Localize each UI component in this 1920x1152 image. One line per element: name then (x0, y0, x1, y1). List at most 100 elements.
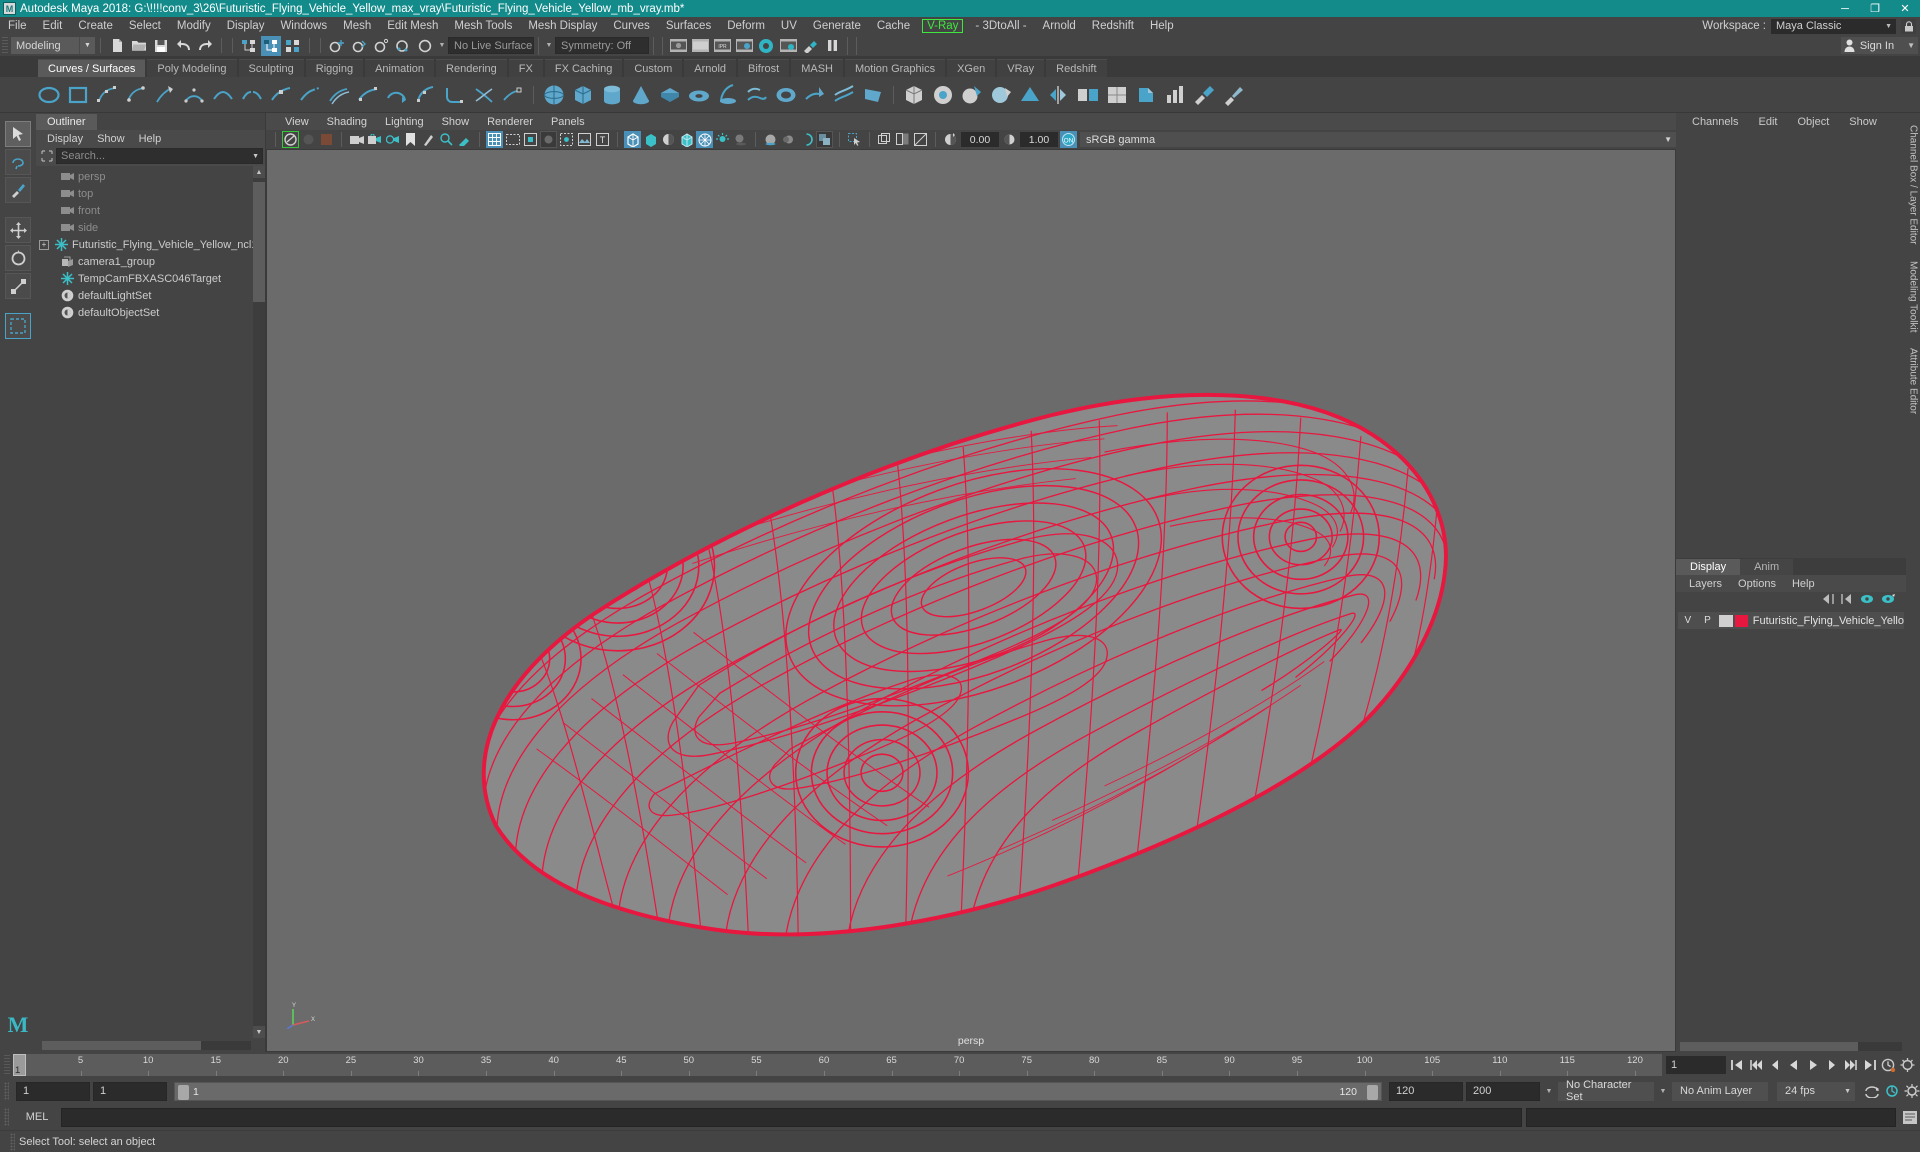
preferences-icon[interactable] (1903, 1083, 1920, 1100)
uv-editor-icon[interactable] (1104, 82, 1130, 108)
command-input[interactable] (61, 1107, 1522, 1127)
select-hierarchy-icon[interactable] (239, 36, 259, 56)
texture-view-icon[interactable] (576, 131, 593, 148)
screen-space-ao-icon[interactable] (762, 131, 779, 148)
select-camera-icon[interactable] (282, 131, 299, 148)
sculpt-tool-icon[interactable] (959, 82, 985, 108)
outliner-horizontal-scrollbar[interactable] (36, 1038, 265, 1052)
layer-tab-anim[interactable]: Anim (1740, 559, 1794, 575)
menu-select[interactable]: Select (121, 17, 169, 35)
redo-icon[interactable] (195, 36, 215, 56)
menu-cache[interactable]: Cache (869, 17, 918, 35)
attach-curves-icon[interactable] (210, 82, 236, 108)
viewport-menu-lighting[interactable]: Lighting (376, 116, 433, 128)
scroll-thumb[interactable] (1680, 1041, 1858, 1051)
scroll-up-icon[interactable]: ▲ (253, 166, 265, 178)
range-start-handle[interactable] (178, 1084, 189, 1100)
mirror-icon[interactable] (1046, 82, 1072, 108)
layers-menu-help[interactable]: Help (1784, 578, 1823, 590)
channelbox-tab-channels[interactable]: Channels (1682, 116, 1748, 128)
outliner-item-front[interactable]: front (36, 202, 265, 219)
film-gate-icon[interactable] (504, 131, 521, 148)
symmetry-field[interactable]: Symmetry: Off (555, 37, 649, 54)
extend-curve-icon[interactable] (297, 82, 323, 108)
range-slider[interactable]: 1 120 (174, 1081, 1382, 1101)
outliner-item-persp[interactable]: persp (36, 168, 265, 185)
depth-of-field-icon[interactable] (816, 131, 833, 148)
save-scene-icon[interactable] (151, 36, 171, 56)
select-object-icon[interactable] (261, 35, 281, 56)
curve-smooth-icon[interactable] (413, 82, 439, 108)
outliner-menu-help[interactable]: Help (132, 133, 169, 145)
render-current-frame-icon[interactable] (668, 36, 688, 56)
curve-cut-icon[interactable] (471, 82, 497, 108)
outliner-tree[interactable]: persp top front side + Futuristic_Flying… (36, 166, 265, 1038)
layer-list[interactable]: V P Futuristic_Flying_Vehicle_Yello (1676, 610, 1906, 1040)
pencil-curve-icon[interactable] (152, 82, 178, 108)
new-layer-icon[interactable] (1860, 592, 1875, 610)
outliner-vertical-scrollbar[interactable]: ▲ ▼ (253, 166, 265, 1038)
menu-3dtoall[interactable]: - 3DtoAll - (967, 17, 1034, 35)
tool-lasso[interactable] (5, 149, 31, 175)
nurbs-plane-icon[interactable] (657, 82, 683, 108)
exposure-field[interactable]: 0.00 (961, 132, 999, 147)
menu-file[interactable]: File (0, 17, 35, 35)
menu-uv[interactable]: UV (773, 17, 805, 35)
outliner-item-tempcam-target[interactable]: TempCamFBXASC046Target (36, 270, 265, 287)
menu-curves[interactable]: Curves (605, 17, 657, 35)
grease-pencil-icon[interactable] (456, 131, 473, 148)
planar-surface-icon[interactable] (773, 82, 799, 108)
futuristic-flying-vehicle-wireframe-model[interactable] (267, 150, 1675, 1051)
layer-list-horizontal-scrollbar[interactable] (1676, 1040, 1906, 1052)
unlock-camera-icon[interactable] (384, 131, 401, 148)
color-space-select[interactable]: sRGB gamma ▼ (1080, 132, 1676, 147)
shelf-tab-fx-caching[interactable]: FX Caching (544, 59, 623, 77)
bookmark-sphere-icon[interactable] (300, 131, 317, 148)
smooth-shade-icon[interactable] (642, 131, 659, 148)
shelf-tab-rigging[interactable]: Rigging (305, 59, 364, 77)
polygon-cube-icon[interactable] (901, 82, 927, 108)
bevel-icon[interactable] (1133, 82, 1159, 108)
cv-curve-tool-icon[interactable] (94, 82, 120, 108)
shelf-tab-vray[interactable]: VRay (997, 59, 1045, 77)
exposure-icon[interactable] (942, 131, 959, 148)
boundary-icon[interactable] (860, 82, 886, 108)
curve-project-icon[interactable] (500, 82, 526, 108)
rebuild-curve-icon[interactable] (355, 82, 381, 108)
two-pane-layout-icon[interactable] (894, 131, 911, 148)
viewport-menu-shading[interactable]: Shading (318, 116, 376, 128)
shaded-wireframe-icon[interactable] (678, 131, 695, 148)
tool-paint-select[interactable] (5, 177, 31, 203)
playback-speed-select[interactable]: 24 fps ▼ (1777, 1081, 1855, 1101)
channelbox-tab-edit[interactable]: Edit (1748, 116, 1787, 128)
transfer-attributes-icon[interactable] (1075, 82, 1101, 108)
snap-point-icon[interactable] (371, 36, 391, 56)
character-set-select[interactable]: No Character Set (1558, 1079, 1654, 1103)
xray-toggle-icon[interactable] (540, 131, 557, 148)
detach-curves-icon[interactable] (239, 82, 265, 108)
menu-vray[interactable]: V-Ray (922, 19, 964, 33)
layer-visibility-toggle[interactable]: V (1678, 615, 1698, 626)
revolve-icon[interactable] (715, 82, 741, 108)
viewport-menu-show[interactable]: Show (433, 116, 479, 128)
outliner-item-default-light-set[interactable]: defaultLightSet (36, 287, 265, 304)
animation-start-field[interactable]: 1 (93, 1081, 167, 1101)
play-backwards-icon[interactable] (1785, 1057, 1802, 1074)
command-language-label[interactable]: MEL (17, 1111, 57, 1123)
layer-type-swatch[interactable] (1719, 614, 1733, 627)
snap-view-plane-icon[interactable] (415, 36, 435, 56)
menu-edit-mesh[interactable]: Edit Mesh (379, 17, 446, 35)
tool-scale[interactable] (5, 273, 31, 299)
vtab-channel-box-layer-editor[interactable]: Channel Box / Layer Editor (1908, 117, 1919, 253)
time-slider[interactable]: 1 5 10 15 20 25 30 35 40 45 50 55 60 65 70 75 80 85 90 95 1… (13, 1054, 1662, 1076)
character-set-dropdown-icon[interactable]: ▼ (1543, 1083, 1555, 1100)
new-layer-from-selected-icon[interactable] (1881, 592, 1896, 610)
ep-curve-tool-icon[interactable] (123, 82, 149, 108)
step-forward-frame-icon[interactable] (1823, 1057, 1840, 1074)
arc-3point-icon[interactable] (181, 82, 207, 108)
step-forward-key-icon[interactable] (1842, 1057, 1859, 1074)
layer-next-icon[interactable] (1840, 592, 1854, 610)
render-settings-icon[interactable] (734, 36, 754, 56)
birail-icon[interactable] (831, 82, 857, 108)
layer-playback-toggle[interactable]: P (1698, 615, 1718, 626)
